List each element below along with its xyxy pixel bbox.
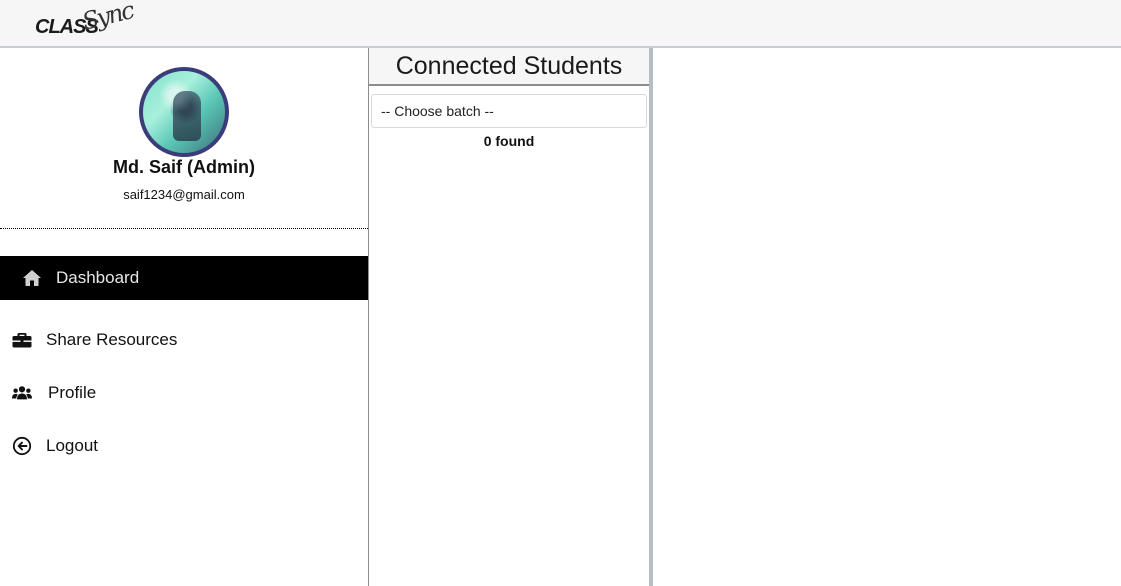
- found-count: 0 found: [483, 133, 535, 149]
- sidebar-item-label: Dashboard: [56, 268, 140, 287]
- sidebar-item-label: Logout: [46, 436, 98, 455]
- sidebar-item-logout[interactable]: Logout: [0, 424, 368, 468]
- avatar: [139, 67, 229, 157]
- panel-title: Connected Students: [369, 48, 649, 86]
- content-pane: [653, 48, 1121, 586]
- arrow-circle-left-icon: [12, 436, 32, 456]
- briefcase-icon: [12, 330, 32, 350]
- sidebar-item-share-resources[interactable]: Share Resources: [0, 318, 368, 362]
- home-icon: [22, 268, 42, 288]
- top-header: CLASS Sync: [0, 0, 1121, 48]
- sidebar: Md. Saif (Admin) saif1234@gmail.com Dash…: [0, 48, 369, 586]
- logo-text-script: Sync: [79, 0, 136, 36]
- app-logo[interactable]: CLASS Sync: [35, 0, 136, 44]
- batch-select[interactable]: -- Choose batch --: [371, 94, 647, 128]
- sidebar-item-dashboard[interactable]: Dashboard: [0, 256, 368, 300]
- sidebar-item-profile[interactable]: Profile: [0, 371, 368, 415]
- sidebar-item-label: Share Resources: [46, 330, 178, 349]
- sidebar-item-label: Profile: [48, 383, 97, 402]
- profile-block: Md. Saif (Admin) saif1234@gmail.com: [0, 48, 368, 229]
- connected-students-panel: Connected Students -- Choose batch -- 0 …: [369, 48, 649, 586]
- profile-email: saif1234@gmail.com: [123, 187, 245, 202]
- users-icon: [12, 383, 32, 403]
- profile-name: Md. Saif (Admin): [113, 157, 255, 177]
- sidebar-nav: Dashboard Share Resources Profile Logout: [0, 256, 368, 468]
